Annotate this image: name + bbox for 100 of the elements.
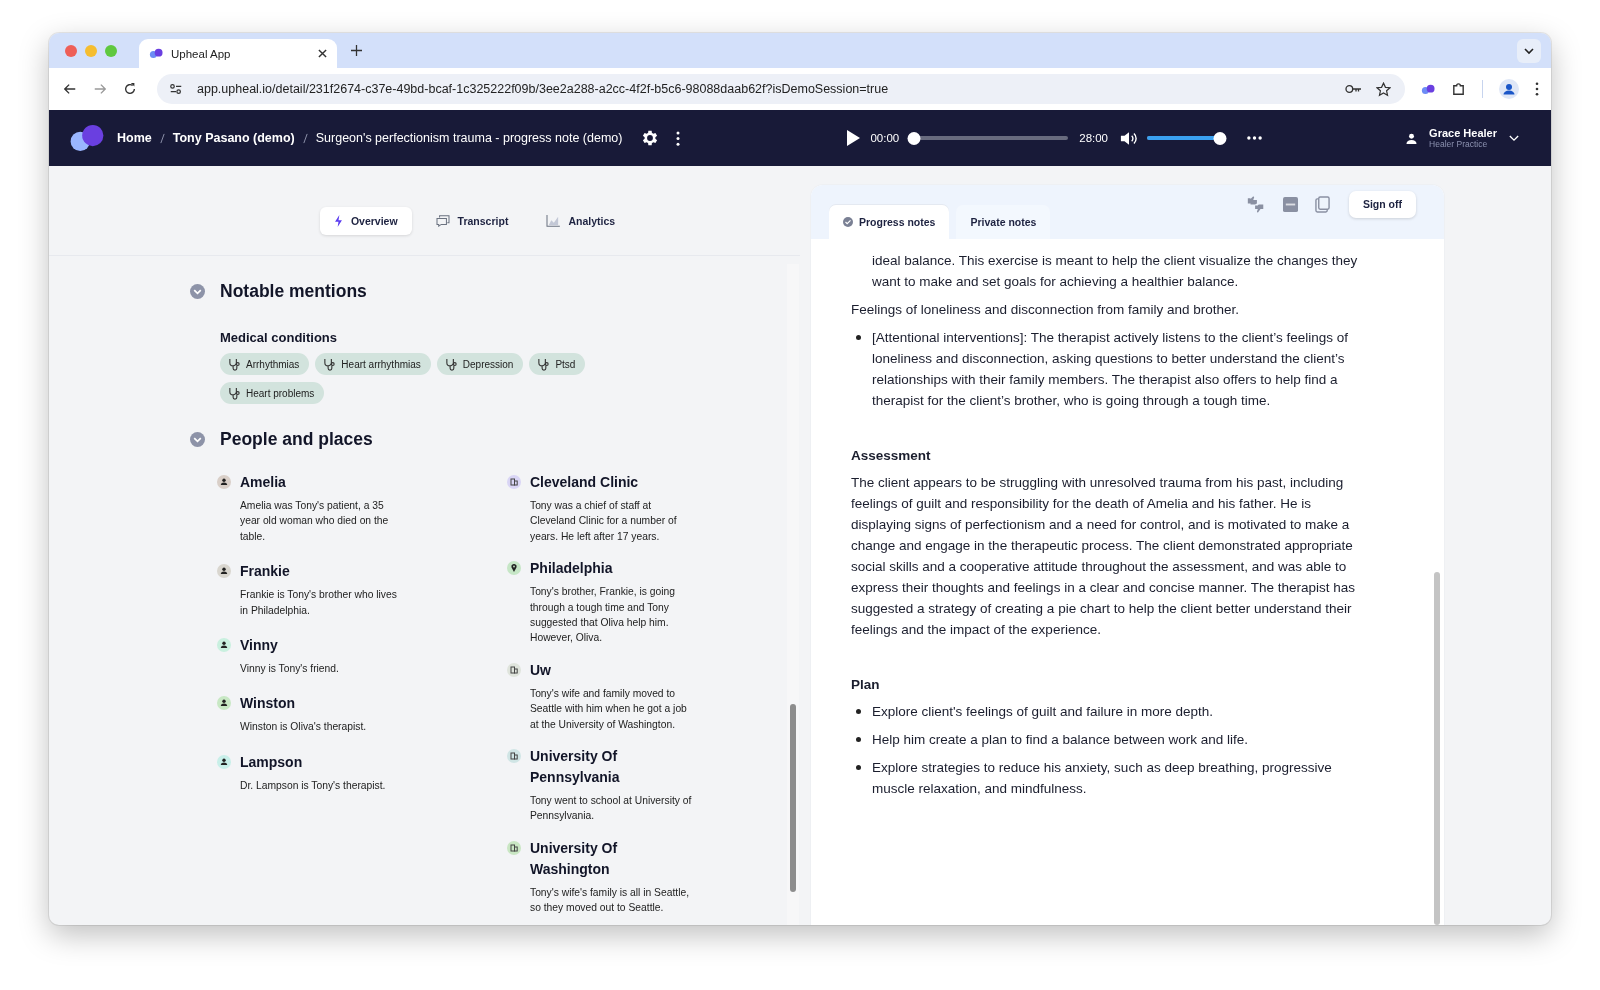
stethoscope-icon [323, 357, 337, 371]
condition-tag: Arrhythmias [220, 353, 310, 375]
duration-time: 28:00 [1079, 132, 1108, 144]
collapse-chevron-icon[interactable] [190, 431, 205, 447]
clipboard-icon[interactable] [1314, 195, 1330, 213]
entity-name: Lampson [240, 752, 304, 772]
check-circle-icon [843, 217, 853, 227]
person-icon [217, 696, 231, 711]
note-paragraph: The client appears to be struggling with unresolved trauma from his past, including feelings of guilt and responsibility for the death of Amelia and his father. He is displaying signs of perfectionism and a need for control, and is motivated to make a change and engage in the therapeutic process. The client demonstrated appropriate social skills and a cooperative attitude throughout the assessment, and was able to express their thoughts and feelings in a clear and concise manner. The therapist has suggested a strategy of creating a pie chart to help the client better understand their feelings and the impact of the experience. [851, 474, 1357, 639]
building-icon [507, 662, 521, 677]
entity-description: Vinny is Tony's friend. [240, 662, 340, 677]
bullet-text: Explore client's feelings of guilt and failure in more depth. [872, 703, 1214, 721]
building-icon [507, 840, 521, 855]
entity-description: Tony's wife's family is all in Seattle, so they moved out to Seattle. [530, 885, 690, 916]
notes-tab[interactable]: Private notes [956, 205, 1051, 239]
site-settings-icon[interactable] [169, 82, 183, 96]
note-heading: Assessment [851, 447, 932, 465]
entity-name: Vinny [240, 636, 279, 656]
location-pin-icon [507, 561, 521, 576]
sign-off-button[interactable]: Sign off [1348, 190, 1416, 218]
chat-icon [435, 215, 450, 227]
more-menu-icon[interactable] [1535, 82, 1539, 96]
reload-icon[interactable] [123, 82, 137, 96]
bullet-text: Help him create a plan to find a balance between work and life. [872, 731, 1248, 749]
entity-name: Frankie [240, 562, 291, 582]
entity-description: Dr. Lampson is Tony's therapist. [240, 778, 387, 793]
url-text: app.upheal.io/detail/231f2674-c37e-49bd-bcaf-1c325222f09b/3ee2a288-a2cc-4f2f-b5c6-98088daab62f?isDemoSession=true [197, 82, 889, 96]
note-paragraph: Feelings of loneliness and disconnection from family and brother. [851, 301, 1240, 319]
section-title: People and places [220, 428, 373, 450]
scrollbar[interactable] [787, 264, 799, 925]
app-logo-icon [149, 48, 163, 59]
chart-icon [546, 215, 561, 227]
entity-description: Tony's wife and family moved to Seattle with him when he got a job at the University of Washington. [530, 686, 688, 732]
app-logo-icon[interactable] [69, 124, 105, 152]
bullet-icon [856, 765, 861, 770]
bullet-text: [Attentional interventions]: The therapist actively listens to the client’s feelings of loneliness and disconnection, asking questions to better understand the client’s relationships with their family members. The therapist also offers to help find a therapist for the client’s brother, who is going through a tough time. [872, 329, 1349, 410]
breadcrumb-link[interactable]: Home [117, 131, 152, 145]
volume-icon[interactable] [1120, 130, 1138, 146]
close-icon[interactable] [318, 49, 327, 58]
entity-name: University Of Washington [530, 838, 619, 879]
user-icon[interactable] [1406, 132, 1418, 144]
view-tab[interactable]: Overview [319, 207, 412, 235]
extensions-puzzle-icon[interactable] [1451, 81, 1466, 97]
entity-description: Tony's brother, Frankie, is going through a tough time and Tony suggested that Oliva help him. However, Oliva. [530, 585, 677, 646]
entity-description: Tony went to school at University of Pennsylvania. [530, 794, 693, 824]
entity-description: Tony was a chief of staff at Cleveland Clinic for a number of years. He left after 17 years. [530, 499, 678, 544]
practice-name: Healer Practice [1429, 139, 1489, 149]
entity-description: Frankie is Tony's brother who lives in Philadelphia. [240, 588, 398, 618]
building-icon [507, 475, 521, 489]
thumbs-feedback-icon[interactable] [1245, 195, 1266, 213]
entity-description: Amelia was Tony's patient, a 35 year old woman who died on the table. [240, 499, 390, 544]
condition-tag: Ptsd [529, 353, 586, 375]
breadcrumb-link[interactable]: Surgeon's perfectionism trauma - progress note (demo) [315, 131, 623, 145]
current-time: 00:00 [870, 132, 900, 144]
bookmark-star-icon[interactable] [1376, 81, 1391, 97]
extension-logo-icon[interactable] [1421, 83, 1435, 95]
lightning-icon [333, 215, 343, 227]
bullet-icon [856, 737, 861, 742]
stethoscope-icon [537, 357, 551, 371]
notes-tab[interactable]: Progress notes [829, 205, 950, 239]
back-icon[interactable] [63, 82, 77, 96]
stethoscope-icon [228, 386, 241, 400]
person-icon [217, 564, 231, 579]
view-tab[interactable]: Analytics [532, 207, 630, 235]
condition-tag: Heart problems [220, 382, 325, 404]
group-title: Medical conditions [220, 330, 338, 345]
browser-tab[interactable]: Upheal App [139, 39, 337, 68]
entity-name: Amelia [240, 473, 287, 492]
collapse-chevron-icon[interactable] [190, 283, 205, 299]
entity-name: Philadelphia [530, 559, 614, 579]
bullet-icon [856, 709, 861, 714]
person-icon [217, 754, 231, 769]
entity-name: University Of Pennsylvania [530, 747, 621, 788]
key-icon[interactable] [1345, 84, 1362, 94]
forward-icon[interactable] [93, 82, 107, 96]
person-icon [217, 638, 231, 653]
entity-name: Cleveland Clinic [530, 473, 640, 492]
chevron-down-icon[interactable] [1509, 134, 1519, 142]
play-icon[interactable] [846, 130, 861, 146]
breadcrumb-separator-icon [159, 132, 165, 144]
entity-description: Winston is Oliva's therapist. [240, 720, 368, 735]
person-icon [217, 475, 231, 489]
address-bar[interactable]: app.upheal.io/detail/231f2674-c37e-49bd-bcaf-1c325222f09b/3ee2a288-a2cc-4f2f-b5c6-98088daab62f?isDemoSession=true [157, 74, 1405, 104]
condition-tag: Depression [436, 353, 524, 375]
entity-name: Uw [530, 660, 552, 680]
more-icon[interactable] [1247, 136, 1262, 140]
view-tab[interactable]: Transcript [421, 207, 523, 235]
note-heading: Plan [851, 676, 881, 694]
new-tab-icon[interactable] [351, 45, 362, 56]
stethoscope-icon [444, 357, 458, 371]
stethoscope-icon [228, 357, 241, 371]
condition-tag: Heart arrhythmias [315, 353, 431, 375]
more-options-icon[interactable] [676, 130, 681, 146]
profile-avatar-icon[interactable] [1499, 79, 1519, 99]
entity-name: Winston [240, 694, 297, 714]
note-paragraph: ideal balance. This exercise is meant to help the client visualize the changes they want to make and set goals for achieving a healthier balance. [872, 252, 1359, 291]
section-title: Notable mentions [220, 280, 367, 302]
bullet-text: Explore strategies to reduce his anxiety, such as deep breathing, progressive muscle relaxation, and mindfulness. [872, 759, 1333, 798]
breadcrumb-link[interactable]: Tony Pasano (demo) [172, 131, 295, 145]
user-name: Grace Healer [1429, 127, 1497, 139]
